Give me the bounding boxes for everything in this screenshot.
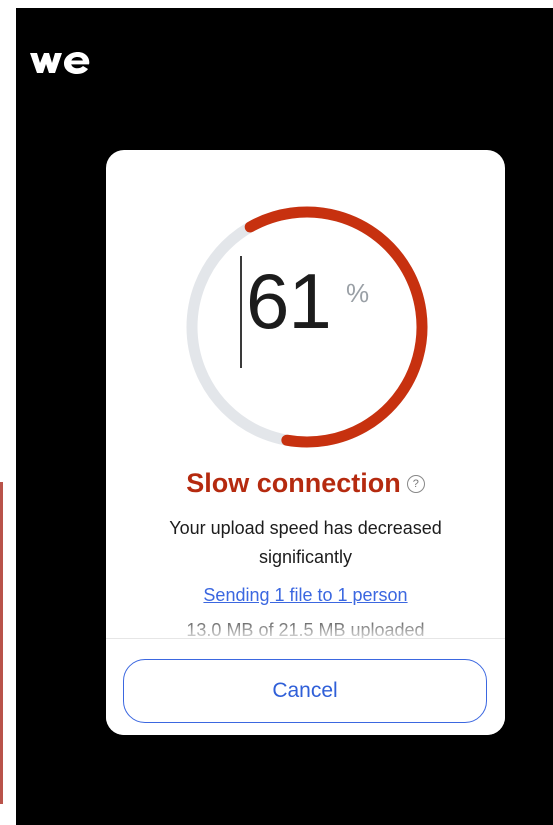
help-circle-icon[interactable]: ? [406,474,425,493]
app-screen: 61 % Slow connection? Your upload speed … [16,8,553,825]
transfer-card: 61 % Slow connection? Your upload speed … [106,150,505,735]
card-footer: Cancel [106,638,505,735]
sending-details-link[interactable]: Sending 1 file to 1 person [106,585,505,606]
text-caret [240,256,242,368]
status-description: Your upload speed has decreased signific… [169,518,442,567]
left-edge [0,0,16,825]
progress-percent-value: 61 [246,257,332,345]
status-title: Slow connection [186,468,401,498]
cancel-button[interactable]: Cancel [123,659,487,723]
percent-sign: % [346,278,370,308]
screenshot: 61 % Slow connection? Your upload speed … [0,0,553,825]
status-row: Slow connection? [106,468,505,499]
wetransfer-logo [30,52,90,74]
edge-mark [0,482,3,804]
